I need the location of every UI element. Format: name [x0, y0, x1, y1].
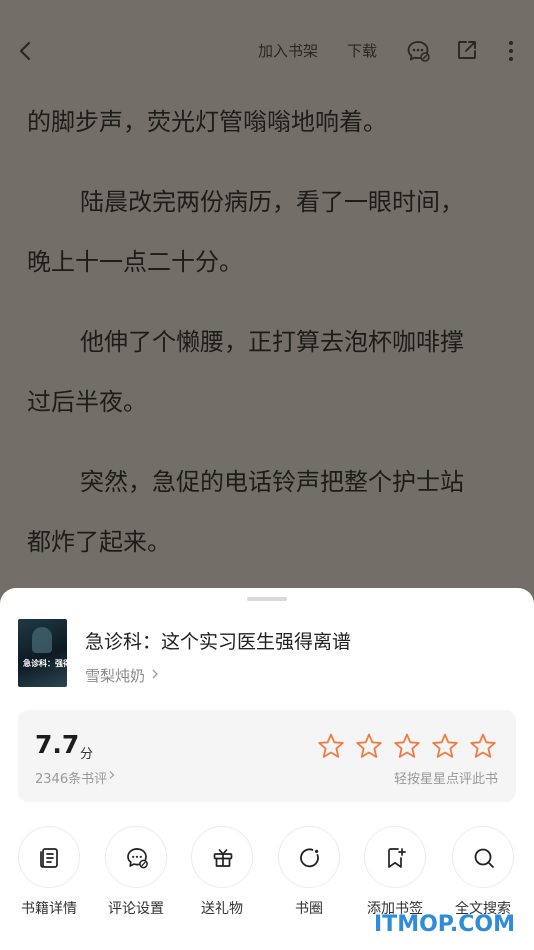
action-label: 送礼物 [201, 901, 243, 917]
book-detail-icon [40, 848, 58, 868]
action-row: 书籍详情 评论设置 送礼物 书圈 添加书签 全文搜索 [0, 824, 534, 924]
action-circle [18, 826, 80, 888]
book-circle-button[interactable]: 书圈 [266, 824, 352, 924]
book-title[interactable]: 急诊科：这个实习医生强得离谱 [85, 627, 351, 654]
add-to-shelf-button[interactable]: 加入书架 [258, 40, 318, 61]
action-label: 书籍详情 [21, 901, 77, 917]
cover-title-text: 急诊科：强得离谱 [23, 659, 67, 668]
site-watermark: ITMOP.COM [374, 912, 515, 937]
rating-score-unit: 分 [80, 747, 94, 762]
star-1-icon[interactable] [317, 732, 345, 760]
reader-paragraph: 陆晨改完两份病历，看了一眼时间， [80, 188, 464, 216]
review-count-link[interactable]: 2346条书评 [35, 768, 107, 787]
chevron-right-icon [109, 771, 115, 779]
gift-button[interactable]: 送礼物 [179, 824, 265, 924]
rating-hint: 轻按星星点评此书 [393, 772, 498, 787]
reader-paragraph: 晚上十一点二十分。 [27, 248, 243, 276]
sheet-drag-handle[interactable] [247, 597, 287, 601]
reader-paragraph: 他伸了个懒腰，正打算去泡杯咖啡撑 [80, 328, 464, 356]
more-options-icon[interactable] [500, 38, 522, 64]
comment-settings-button[interactable]: 评论设置 [93, 824, 179, 924]
star-2-icon[interactable] [355, 732, 383, 760]
action-circle [364, 826, 426, 888]
action-circle [191, 826, 253, 888]
action-label: 书圈 [295, 901, 323, 917]
rating-score: 7.7 [35, 730, 80, 759]
star-3-icon[interactable] [393, 732, 421, 760]
rating-card: 7.7 分 2346条书评 轻按星星点评此书 [18, 710, 516, 802]
reader-paragraph: 的脚步声，荧光灯管嗡嗡地响着。 [27, 108, 387, 136]
star-4-icon[interactable] [431, 732, 459, 760]
action-circle [105, 826, 167, 888]
bookmark-add-icon [388, 848, 406, 868]
comment-icon[interactable] [405, 38, 431, 64]
download-button[interactable]: 下载 [347, 40, 377, 61]
action-circle [452, 826, 514, 888]
book-author[interactable]: 雪梨炖奶 [85, 665, 145, 686]
star-5-icon[interactable] [469, 732, 497, 760]
share-icon[interactable] [455, 38, 479, 62]
star-rating-input[interactable] [317, 732, 502, 762]
action-label: 评论设置 [108, 901, 164, 917]
reader-paragraph: 都炸了起来。 [27, 528, 171, 556]
chevron-right-icon [152, 669, 158, 679]
book-menu-sheet: 急诊科：强得离谱 急诊科：这个实习医生强得离谱 雪梨炖奶 7.7 分 2346条… [0, 588, 534, 950]
reader-paragraph: 过后半夜。 [27, 388, 147, 416]
search-icon [474, 848, 494, 868]
book-detail-button[interactable]: 书籍详情 [6, 824, 92, 924]
back-arrow-icon[interactable] [12, 36, 42, 66]
book-cover[interactable]: 急诊科：强得离谱 [18, 619, 67, 687]
add-bookmark-button[interactable]: 添加书签 [352, 824, 438, 924]
gift-icon [213, 849, 233, 867]
full-text-search-button[interactable]: 全文搜索 [440, 824, 526, 924]
reader-top-bar: 加入书架 下载 [0, 30, 534, 74]
action-circle [278, 826, 340, 888]
book-circle-icon [300, 848, 319, 868]
cover-figure [32, 627, 52, 653]
comment-settings-icon [127, 848, 148, 869]
reader-paragraph: 突然，急促的电话铃声把整个护士站 [80, 468, 464, 496]
